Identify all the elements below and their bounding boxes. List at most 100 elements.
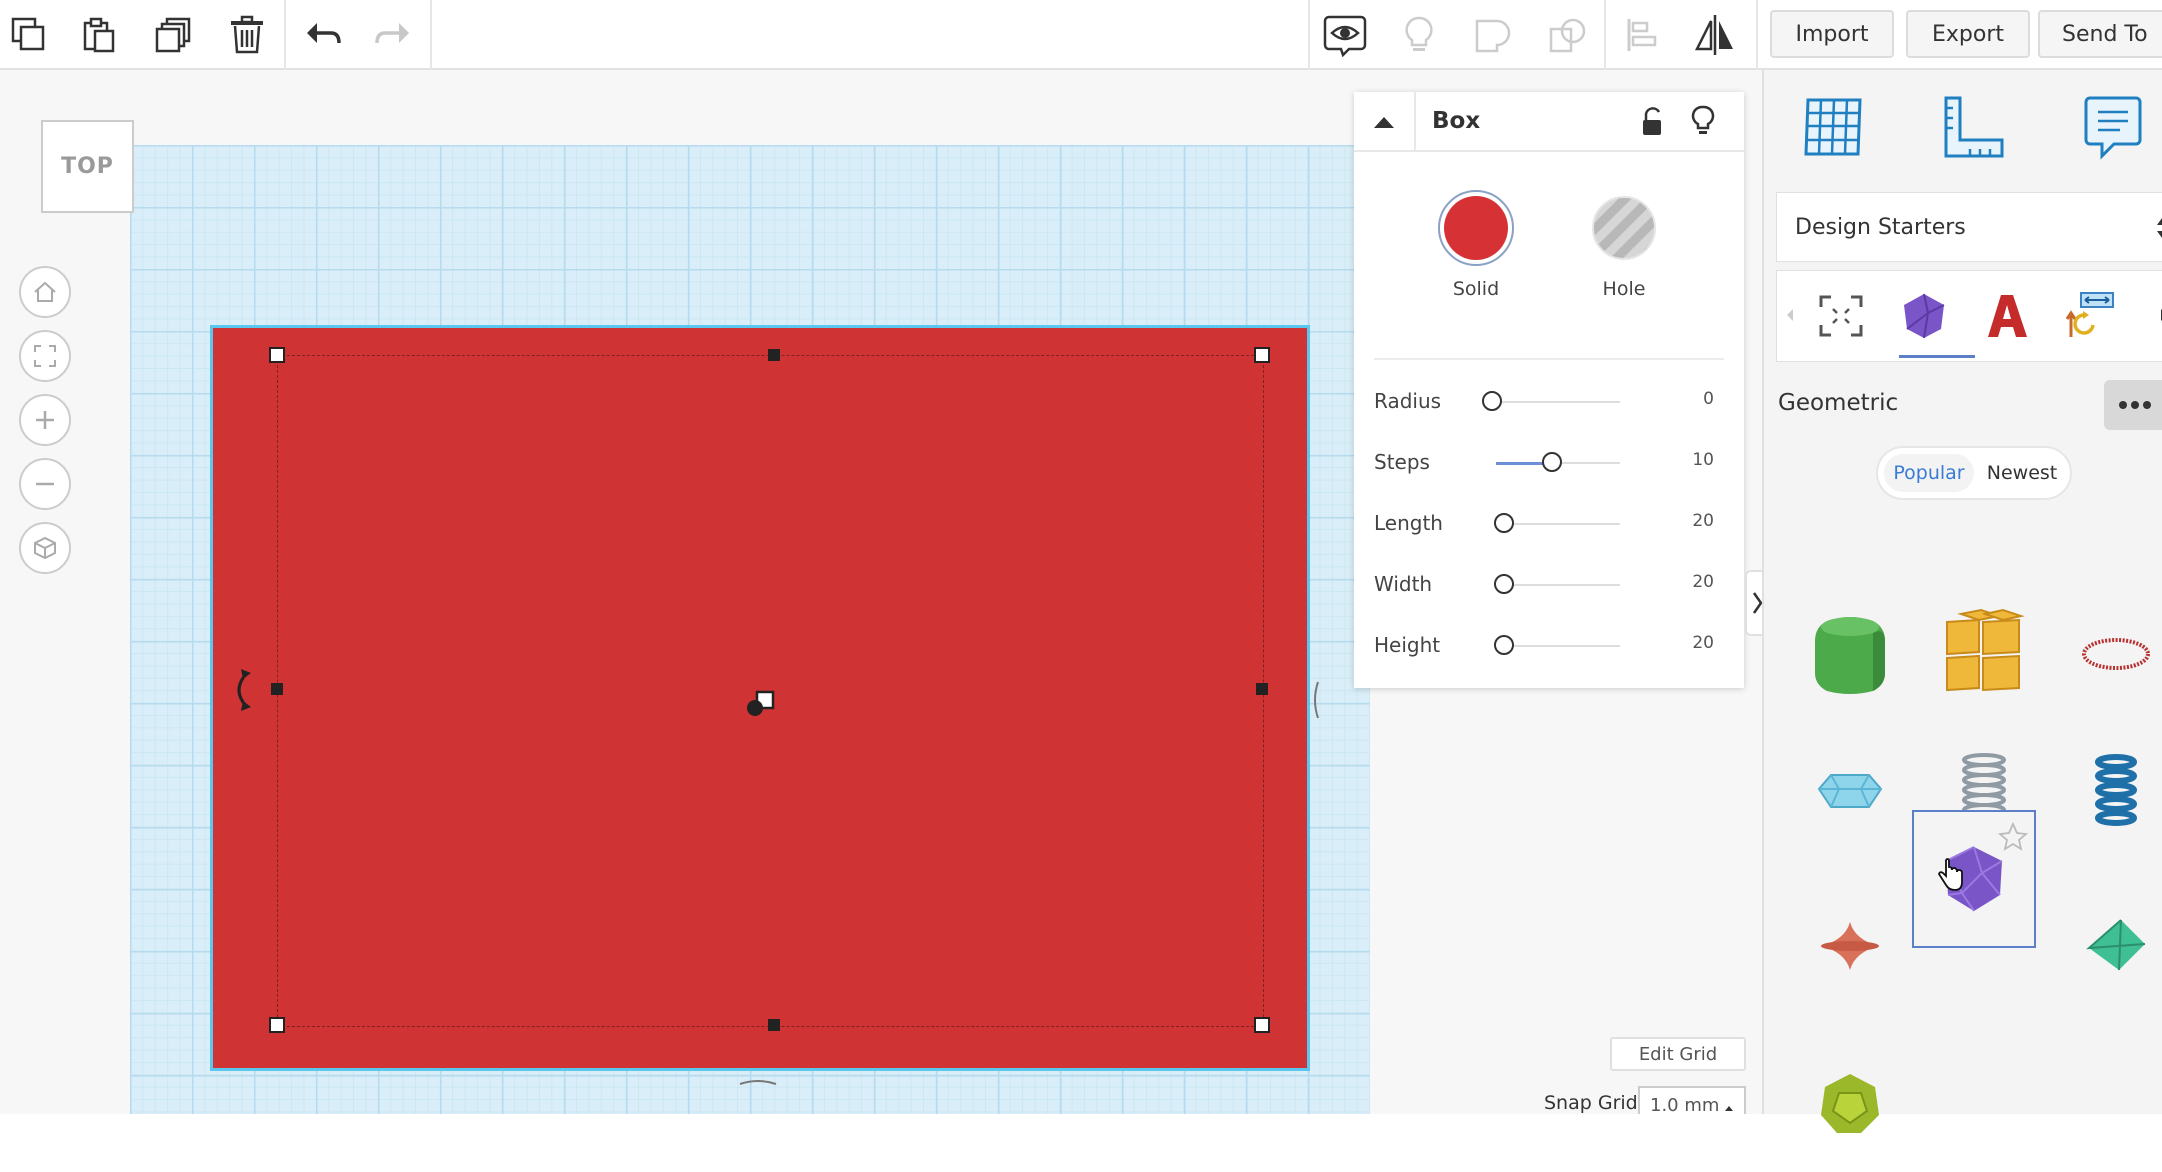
slider-knob[interactable] xyxy=(1494,635,1514,655)
slider-track[interactable] xyxy=(1504,645,1620,647)
solid-label: Solid xyxy=(1452,278,1500,300)
param-label: Steps xyxy=(1374,450,1430,474)
param-steps: Steps 10 xyxy=(1374,432,1714,492)
slider-knob[interactable] xyxy=(1494,513,1514,533)
trash-icon[interactable] xyxy=(224,12,270,58)
select-arrows-icon xyxy=(2155,215,2162,245)
scroll-left-icon[interactable] xyxy=(1785,307,1795,327)
edge-handle[interactable] xyxy=(271,683,283,695)
category-tabs xyxy=(1776,270,2162,362)
view-cube[interactable]: TOP xyxy=(41,120,134,213)
edge-handle[interactable] xyxy=(768,349,780,361)
param-value[interactable]: 0 xyxy=(1703,389,1714,409)
corner-handle[interactable] xyxy=(1254,347,1270,363)
filter-tab-popular[interactable]: Popular xyxy=(1884,454,1974,492)
group-icon[interactable] xyxy=(1470,12,1516,58)
home-icon[interactable] xyxy=(19,266,71,318)
inspector-header: Box xyxy=(1354,92,1744,152)
edge-handle[interactable] xyxy=(1256,683,1268,695)
eye-icon[interactable] xyxy=(1322,12,1368,58)
param-value[interactable]: 20 xyxy=(1692,511,1714,531)
notes-icon[interactable] xyxy=(2084,94,2142,164)
redo-icon[interactable] xyxy=(370,12,416,58)
dodecahedron-icon[interactable] xyxy=(1788,1036,1912,1172)
box-shape[interactable] xyxy=(210,325,1310,1071)
paste-icon[interactable] xyxy=(76,12,122,58)
slider-track[interactable] xyxy=(1504,523,1620,525)
spindle-icon[interactable] xyxy=(1788,878,1912,1014)
toolbar-divider xyxy=(430,0,432,70)
center-lift-icon[interactable] xyxy=(745,690,777,722)
lightbulb-icon[interactable] xyxy=(1690,104,1716,142)
zoom-out-icon[interactable] xyxy=(19,458,71,510)
corner-handle[interactable] xyxy=(269,1017,285,1033)
filter-tab-newest[interactable]: Newest xyxy=(1978,454,2066,492)
toolbar-divider xyxy=(284,0,286,70)
ruler-icon[interactable] xyxy=(1940,94,2006,164)
param-height: Height 20 xyxy=(1374,615,1714,675)
rotate-icon[interactable] xyxy=(227,667,257,717)
geometric-shape-icon[interactable] xyxy=(1899,291,1949,345)
param-label: Length xyxy=(1374,511,1443,535)
hole-button[interactable] xyxy=(1592,196,1656,260)
collapse-icon[interactable] xyxy=(1354,92,1416,152)
param-radius: Radius 0 xyxy=(1374,371,1714,431)
slider-knob[interactable] xyxy=(1482,391,1502,411)
export-button[interactable]: Export xyxy=(1906,10,2030,58)
snap-grid-value: 1.0 mm xyxy=(1650,1095,1720,1116)
param-value[interactable]: 20 xyxy=(1692,572,1714,592)
send-to-button[interactable]: Send To xyxy=(2038,10,2162,58)
selection-frame-icon[interactable] xyxy=(1817,293,1865,343)
lightbulb-icon[interactable] xyxy=(1396,12,1442,58)
duplicate-icon[interactable] xyxy=(150,12,196,58)
slider-knob[interactable] xyxy=(1494,574,1514,594)
toolbar-divider xyxy=(1604,0,1606,70)
inspector-divider xyxy=(1374,358,1724,360)
hole-label: Hole xyxy=(1602,278,1646,300)
slider-track[interactable] xyxy=(1504,584,1620,586)
yellow-cubes-icon[interactable] xyxy=(1922,586,2046,722)
gem-icon[interactable] xyxy=(1788,724,1912,860)
fit-view-icon[interactable] xyxy=(19,330,71,382)
ring-icon[interactable] xyxy=(2054,586,2162,722)
param-label: Height xyxy=(1374,633,1441,657)
transform-icon[interactable] xyxy=(2063,289,2117,347)
rounded-cube-icon[interactable] xyxy=(1788,586,1912,722)
corner-handle[interactable] xyxy=(269,347,285,363)
section-title: Geometric xyxy=(1778,390,1899,416)
snap-grid-select[interactable]: 1.0 mm xyxy=(1638,1086,1746,1116)
favorite-star-icon[interactable] xyxy=(1997,821,2029,856)
toolbar-divider xyxy=(1756,0,1758,70)
import-button[interactable]: Import xyxy=(1770,10,1894,58)
pyramid-icon[interactable] xyxy=(2054,878,2162,1014)
edge-handle[interactable] xyxy=(768,1019,780,1031)
param-width: Width 20 xyxy=(1374,554,1714,614)
rotate-side-icon[interactable] xyxy=(1310,678,1326,726)
corner-handle[interactable] xyxy=(1254,1017,1270,1033)
zoom-in-icon[interactable] xyxy=(19,394,71,446)
library-select-value: Design Starters xyxy=(1795,215,1966,240)
slider-track[interactable] xyxy=(1492,401,1620,403)
unlock-icon[interactable] xyxy=(1638,106,1666,142)
rotate-bottom-icon[interactable] xyxy=(736,1076,780,1096)
text-icon[interactable] xyxy=(1985,291,2031,345)
grid-view-icon[interactable] xyxy=(1802,94,1866,164)
param-value[interactable]: 20 xyxy=(1692,633,1714,653)
undo-icon[interactable] xyxy=(300,12,346,58)
param-value[interactable]: 10 xyxy=(1692,450,1714,470)
align-icon[interactable] xyxy=(1620,12,1666,58)
perspective-icon[interactable] xyxy=(19,522,71,574)
param-label: Width xyxy=(1374,572,1433,596)
spring-blue-icon[interactable] xyxy=(2054,724,2162,860)
library-select[interactable]: Design Starters xyxy=(1776,192,2162,262)
edit-grid-button[interactable]: Edit Grid xyxy=(1610,1037,1746,1071)
solid-color-button[interactable] xyxy=(1438,190,1514,266)
ungroup-icon[interactable] xyxy=(1544,12,1590,58)
param-label: Radius xyxy=(1374,389,1442,413)
mirror-icon[interactable] xyxy=(1692,12,1738,58)
more-options-icon[interactable] xyxy=(2104,380,2162,430)
slider-knob[interactable] xyxy=(1542,452,1562,472)
copy-icon[interactable] xyxy=(6,12,52,58)
snap-grid-label: Snap Grid xyxy=(1544,1092,1638,1114)
hand-cursor-icon xyxy=(1938,858,1964,896)
